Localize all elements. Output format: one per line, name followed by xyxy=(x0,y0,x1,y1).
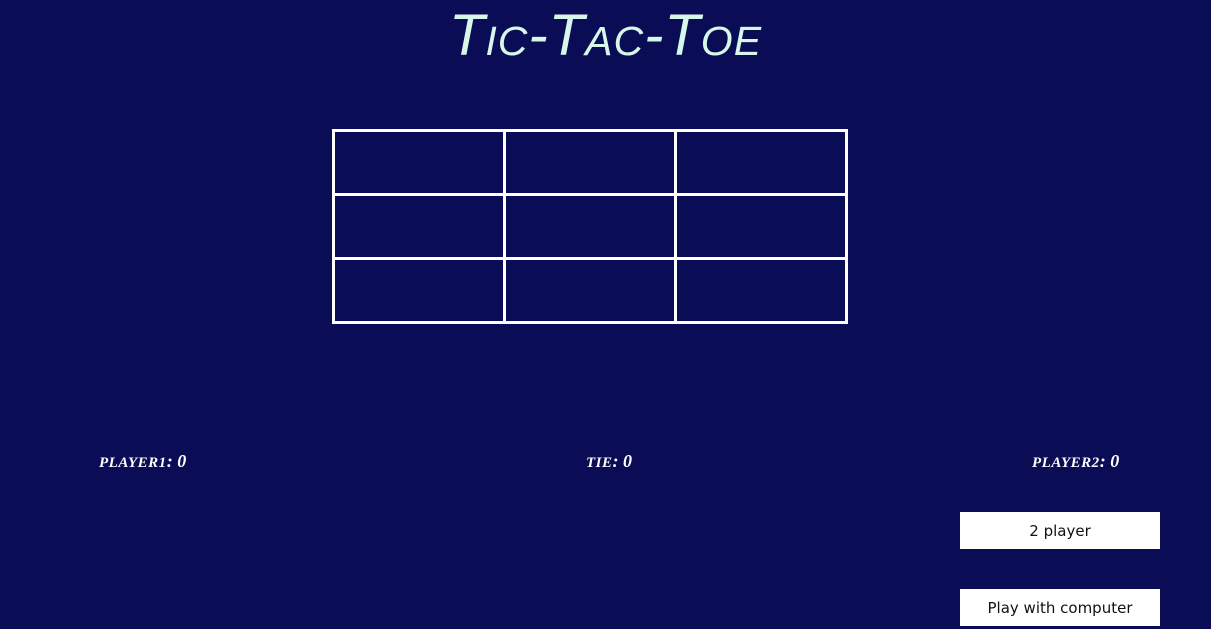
board-cell-5[interactable] xyxy=(503,193,677,260)
board-row xyxy=(332,257,848,324)
board-cell-9[interactable] xyxy=(674,257,848,324)
player1-score: PLAYER1: 0 xyxy=(99,451,187,471)
board-cell-1[interactable] xyxy=(332,129,506,196)
board-cell-8[interactable] xyxy=(503,257,677,324)
tie-score-label: TIE xyxy=(586,455,613,471)
board-cell-4[interactable] xyxy=(332,193,506,260)
tie-score-value: 0 xyxy=(623,451,633,471)
game-board xyxy=(332,129,848,324)
player1-score-value: 0 xyxy=(177,451,187,471)
two-player-button[interactable]: 2 player xyxy=(960,512,1160,549)
tie-score: TIE: 0 xyxy=(586,451,633,471)
board-cell-7[interactable] xyxy=(332,257,506,324)
page-title: Tic-Tac-Toe xyxy=(448,3,763,68)
board-row xyxy=(332,193,848,260)
player2-score: PLAYER2: 0 xyxy=(1032,451,1120,471)
board-row xyxy=(332,129,848,196)
player1-score-label: PLAYER1 xyxy=(99,455,167,471)
board-cell-2[interactable] xyxy=(503,129,677,196)
player2-score-value: 0 xyxy=(1110,451,1120,471)
play-with-computer-button[interactable]: Play with computer xyxy=(960,589,1160,626)
board-cell-6[interactable] xyxy=(674,193,848,260)
board-cell-3[interactable] xyxy=(674,129,848,196)
player2-score-label: PLAYER2 xyxy=(1032,455,1100,471)
